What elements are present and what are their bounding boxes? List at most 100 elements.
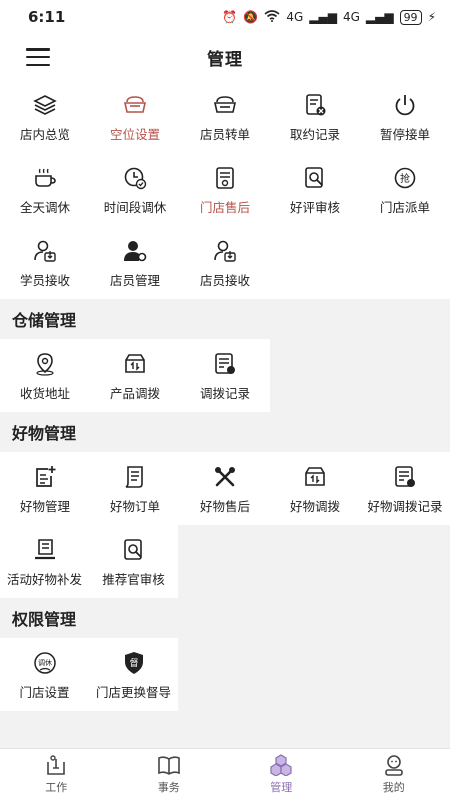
tile-product-transfer[interactable]: 产品调拨	[90, 339, 180, 412]
tile-store-settings[interactable]: 调休 门店设置	[0, 638, 89, 711]
tile-goods-orders[interactable]: 好物订单	[90, 452, 180, 525]
cubes-icon	[270, 754, 292, 776]
network-label-1: 4G	[286, 10, 304, 24]
store-aftersale-icon	[211, 164, 239, 192]
battery-indicator: 99	[399, 9, 422, 25]
tile-label: 好物售后	[199, 498, 250, 514]
tools-icon	[211, 463, 239, 491]
section-title-warehouse: 仓储管理	[0, 299, 450, 339]
review-search-icon	[120, 536, 148, 564]
tile-label: 门店派单	[379, 199, 430, 215]
work-icon	[47, 755, 66, 775]
record-list-icon	[391, 463, 419, 491]
box-transfer-icon	[301, 463, 329, 491]
add-document-icon	[31, 463, 59, 491]
signal-icon: ▂▄▆	[365, 10, 394, 24]
tile-goods-management[interactable]: 好物管理	[0, 452, 90, 525]
tile-goods-transfer-records[interactable]: 好物调拨记录	[360, 452, 450, 525]
tile-label: 推荐官审核	[102, 571, 165, 587]
status-time: 6:11	[28, 8, 66, 26]
tile-cancel-records[interactable]: 取约记录	[270, 80, 360, 153]
tile-label: 门店设置	[19, 684, 70, 700]
status-icons: ⏰ 🔕 4G ▂▄▆ 4G ▂▄▆ 99 ⚡	[222, 9, 436, 25]
section-permissions: 调休 门店设置 督 门店更换督导	[0, 638, 178, 711]
tile-label: 取约记录	[289, 126, 340, 142]
nav-label: 事务	[157, 781, 180, 794]
tile-goods-transfer[interactable]: 好物调拨	[270, 452, 360, 525]
tile-label: 门店更换督导	[95, 684, 171, 700]
sofa-transfer-icon	[211, 91, 239, 119]
management-content: 店内总览 空位设置 店员转单 取约记录 暂停接单 全天调休 时间段调休 门店售后…	[0, 80, 450, 748]
network-label-2: 4G	[342, 10, 360, 24]
tile-store-aftersale[interactable]: 门店售后	[180, 153, 270, 226]
tile-label: 学员接收	[19, 272, 70, 288]
tile-store-overview[interactable]: 店内总览	[0, 80, 90, 153]
tile-review-audit[interactable]: 好评审核	[270, 153, 360, 226]
tile-staff-receive[interactable]: 店员接收	[180, 226, 270, 299]
bottom-nav: 工作 事务 管理 我的	[0, 748, 450, 800]
tile-label: 空位设置	[109, 126, 160, 142]
store-settings-icon: 调休	[31, 649, 59, 677]
power-icon	[391, 91, 419, 119]
nav-label: 我的	[382, 781, 405, 794]
grab-order-icon: 抢	[391, 164, 419, 192]
section-goods-row1: 好物管理 好物订单 好物售后 好物调拨 好物调拨记录	[0, 452, 450, 525]
section-title-goods: 好物管理	[0, 412, 450, 452]
tile-staff-management[interactable]: 店员管理	[90, 226, 180, 299]
section-warehouse: 收货地址 产品调拨 调拨记录	[0, 339, 270, 412]
nav-work[interactable]: 工作	[0, 749, 113, 800]
layers-icon	[31, 91, 59, 119]
tile-full-day-off[interactable]: 全天调休	[0, 153, 90, 226]
nav-affairs[interactable]: 事务	[113, 749, 226, 800]
tile-time-slot-off[interactable]: 时间段调休	[90, 153, 180, 226]
tile-student-receive[interactable]: 学员接收	[0, 226, 90, 299]
sofa-icon	[121, 91, 149, 119]
supervisor-icon-text: 督	[129, 657, 138, 669]
section-general: 店内总览 空位设置 店员转单 取约记录 暂停接单 全天调休 时间段调休 门店售后…	[0, 80, 450, 299]
clock-check-icon	[121, 164, 149, 192]
tile-label: 门店售后	[199, 199, 250, 215]
tile-recommender-review[interactable]: 推荐官审核	[89, 525, 178, 598]
tile-vacancy-settings[interactable]: 空位设置	[90, 80, 180, 153]
tile-shipping-address[interactable]: 收货地址	[0, 339, 90, 412]
nav-label: 工作	[45, 781, 68, 794]
tile-label: 好物调拨记录	[367, 498, 443, 514]
review-search-icon	[301, 164, 329, 192]
nav-mine[interactable]: 我的	[338, 749, 450, 800]
book-icon	[157, 756, 180, 775]
tile-store-dispatch[interactable]: 抢 门店派单	[360, 153, 450, 226]
tile-pause-orders[interactable]: 暂停接单	[360, 80, 450, 153]
tile-label: 产品调拨	[109, 385, 160, 401]
cancel-record-icon	[301, 91, 329, 119]
nav-management[interactable]: 管理	[225, 749, 338, 800]
person-download-icon	[211, 237, 239, 265]
supervisor-shield-icon: 督	[120, 649, 148, 677]
menu-icon[interactable]	[26, 48, 50, 66]
app-header: 管理	[0, 34, 450, 80]
tile-label: 好物管理	[19, 498, 70, 514]
tile-label: 好物调拨	[289, 498, 340, 514]
tile-staff-transfer[interactable]: 店员转单	[180, 80, 270, 153]
tile-label: 好评审核	[289, 199, 340, 215]
page-title: 管理	[207, 49, 243, 70]
section-goods-row2: 活动好物补发 推荐官审核	[0, 525, 178, 598]
tile-transfer-records[interactable]: 调拨记录	[180, 339, 270, 412]
tile-label: 暂停接单	[379, 126, 430, 142]
tile-label: 时间段调休	[103, 199, 167, 215]
profile-icon	[384, 755, 403, 776]
nav-label: 管理	[270, 781, 293, 794]
tile-label: 调拨记录	[199, 385, 250, 401]
tile-activity-goods-reissue[interactable]: 活动好物补发	[0, 525, 89, 598]
section-title-permissions: 权限管理	[0, 598, 450, 638]
tile-label: 活动好物补发	[6, 571, 82, 587]
charging-icon: ⚡	[427, 10, 436, 24]
record-list-icon	[211, 350, 239, 378]
tile-change-supervisor[interactable]: 督 门店更换督导	[89, 638, 178, 711]
tile-label: 全天调休	[19, 199, 70, 215]
mute-icon: 🔕	[243, 10, 259, 24]
tile-label: 店内总览	[19, 126, 70, 142]
svg-text:抢: 抢	[400, 172, 410, 185]
status-bar: 6:11 ⏰ 🔕 4G ▂▄▆ 4G ▂▄▆ 99 ⚡	[0, 0, 450, 34]
tile-goods-aftersale[interactable]: 好物售后	[180, 452, 270, 525]
order-scroll-icon	[121, 463, 149, 491]
